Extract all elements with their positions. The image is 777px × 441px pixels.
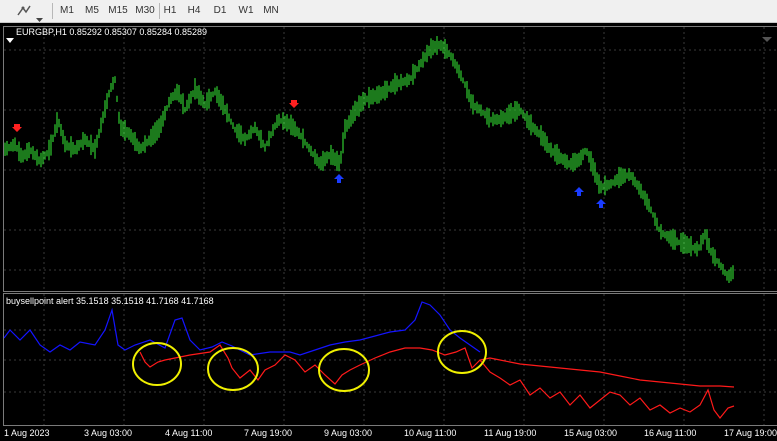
indicator-pane-border [3, 293, 777, 426]
x-axis-label: 16 Aug 11:00 [644, 428, 697, 438]
x-axis-label: 17 Aug 19:00 [724, 428, 777, 438]
x-axis-label: 10 Aug 11:00 [404, 428, 457, 438]
x-axis-label: 3 Aug 03:00 [84, 428, 133, 438]
symbol-info: EURGBP,H1 0.85292 0.85307 0.85284 0.8528… [16, 27, 207, 37]
x-axis-label: 1 Aug 2023 [4, 428, 50, 438]
x-axis-label: 7 Aug 19:00 [244, 428, 293, 438]
main-pane-border [3, 26, 777, 292]
x-axis-label: 11 Aug 19:00 [484, 428, 537, 438]
scroll-marker-icon [762, 28, 772, 42]
x-axis-label: 15 Aug 03:00 [564, 428, 618, 438]
x-axis-label: 9 Aug 03:00 [324, 428, 373, 438]
window-menu-icon[interactable] [6, 29, 14, 43]
x-axis-label: 4 Aug 11:00 [165, 428, 213, 438]
indicator-info: buysellpoint alert 35.1518 35.1518 41.71… [6, 296, 214, 306]
